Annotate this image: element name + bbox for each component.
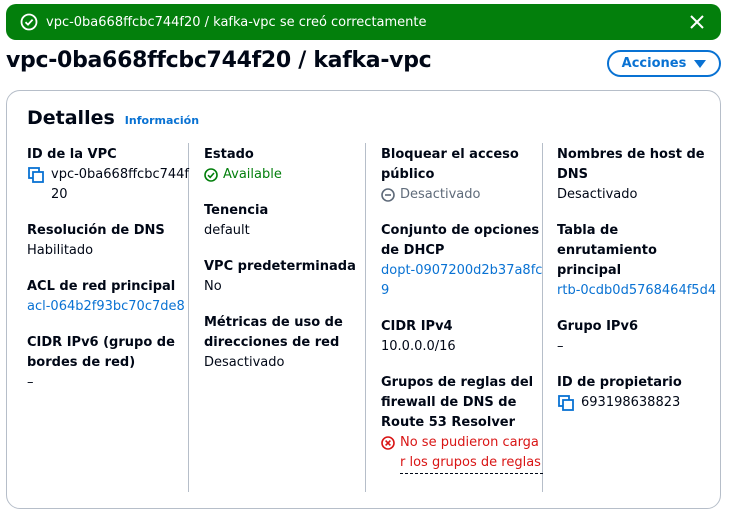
ipv4-cidr-value: 10.0.0.0/16 — [381, 339, 456, 354]
details-column-2: Estado Available Tenencia default VPC pr… — [204, 145, 366, 389]
info-link[interactable]: Información — [125, 114, 199, 127]
ipv6-cidr-value: – — [27, 375, 34, 390]
dns-resolution-label: Resolución de DNS — [27, 223, 165, 238]
ipv6-cidr-label: CIDR IPv6 (grupo de bordes de red) — [27, 335, 175, 370]
dns-hostnames-value: Desactivado — [557, 187, 638, 202]
default-vpc-label: VPC predeterminada — [204, 259, 356, 274]
details-header: Detalles Información — [27, 107, 199, 129]
main-route-table-link[interactable]: rtb-0cdb0d5768464f5d4 — [557, 281, 719, 301]
disabled-circle-icon — [381, 188, 395, 202]
dns-hostnames-label: Nombres de host de DNS — [557, 147, 705, 182]
state-value: Available — [223, 167, 282, 182]
main-acl-field: ACL de red principal acl-064b2f93bc70c7d… — [27, 277, 189, 317]
dhcp-options-label: Conjunto de opciones de DHCP — [381, 223, 540, 258]
details-column-1: ID de la VPC vpc-0ba668ffcbc744f20 Resol… — [27, 145, 189, 409]
ipv6-pool-value: – — [557, 339, 564, 354]
address-metrics-label: Métricas de uso de direcciones de red — [204, 315, 343, 350]
vpc-id-field: ID de la VPC vpc-0ba668ffcbc744f20 — [27, 145, 189, 205]
main-acl-link[interactable]: acl-064b2f93bc70c7de8 — [27, 297, 189, 317]
details-column-3: Bloquear el acceso público Desactivado C… — [381, 145, 543, 490]
tenancy-label: Tenencia — [204, 203, 269, 218]
main-route-table-label: Tabla de enrutamiento principal — [557, 223, 657, 278]
block-public-access-label: Bloquear el acceso público — [381, 147, 519, 182]
success-flash-banner: vpc-0ba668ffcbc744f20 / kafka-vpc se cre… — [6, 4, 721, 40]
state-field: Estado Available — [204, 145, 366, 185]
close-icon[interactable] — [687, 12, 707, 32]
default-vpc-field: VPC predeterminada No — [204, 257, 366, 297]
vpc-id-label: ID de la VPC — [27, 147, 117, 162]
state-label: Estado — [204, 147, 254, 162]
actions-button[interactable]: Acciones — [607, 50, 721, 77]
ipv4-cidr-label: CIDR IPv4 — [381, 319, 453, 334]
route53-firewall-error[interactable]: No se pudieron cargar los grupos de regl… — [400, 433, 543, 474]
route53-firewall-field: Grupos de reglas del firewall de DNS de … — [381, 373, 543, 474]
main-acl-label: ACL de red principal — [27, 279, 176, 294]
actions-button-label: Acciones — [621, 56, 687, 71]
dhcp-options-field: Conjunto de opciones de DHCP dopt-090720… — [381, 221, 543, 301]
main-route-table-field: Tabla de enrutamiento principal rtb-0cdb… — [557, 221, 719, 301]
tenancy-field: Tenencia default — [204, 201, 366, 241]
ipv6-cidr-field: CIDR IPv6 (grupo de bordes de red) – — [27, 333, 189, 393]
caret-down-icon — [694, 59, 707, 69]
status-check-icon — [204, 168, 218, 182]
vpc-id-value: vpc-0ba668ffcbc744f20 — [51, 167, 189, 202]
route53-firewall-label: Grupos de reglas del firewall de DNS de … — [381, 375, 534, 430]
dhcp-options-link[interactable]: dopt-0907200d2b37a8fc9 — [381, 261, 543, 301]
block-public-access-field: Bloquear el acceso público Desactivado — [381, 145, 543, 205]
owner-id-label: ID de propietario — [557, 375, 682, 390]
details-container: Detalles Información ID de la VPC vpc-0b… — [6, 90, 721, 509]
copy-icon[interactable] — [557, 394, 575, 412]
ipv4-cidr-field: CIDR IPv4 10.0.0.0/16 — [381, 317, 543, 357]
default-vpc-value: No — [204, 279, 222, 294]
ipv6-pool-field: Grupo IPv6 – — [557, 317, 719, 357]
details-column-4: Nombres de host de DNS Desactivado Tabla… — [557, 145, 719, 429]
ipv6-pool-label: Grupo IPv6 — [557, 319, 638, 334]
owner-id-field: ID de propietario 693198638823 — [557, 373, 719, 413]
page-title: vpc-0ba668ffcbc744f20 / kafka-vpc — [6, 48, 432, 73]
address-metrics-value: Desactivado — [204, 355, 285, 370]
owner-id-value: 693198638823 — [581, 395, 681, 410]
error-icon — [381, 436, 395, 450]
flash-message: vpc-0ba668ffcbc744f20 / kafka-vpc se cre… — [46, 14, 427, 30]
block-public-access-value: Desactivado — [400, 187, 481, 202]
check-circle-icon — [20, 13, 38, 31]
details-title: Detalles — [27, 107, 115, 129]
dns-resolution-field: Resolución de DNS Habilitado — [27, 221, 189, 261]
dns-hostnames-field: Nombres de host de DNS Desactivado — [557, 145, 719, 205]
dns-resolution-value: Habilitado — [27, 243, 94, 258]
address-metrics-field: Métricas de uso de direcciones de red De… — [204, 313, 366, 373]
copy-icon[interactable] — [27, 166, 45, 184]
tenancy-value: default — [204, 223, 250, 238]
